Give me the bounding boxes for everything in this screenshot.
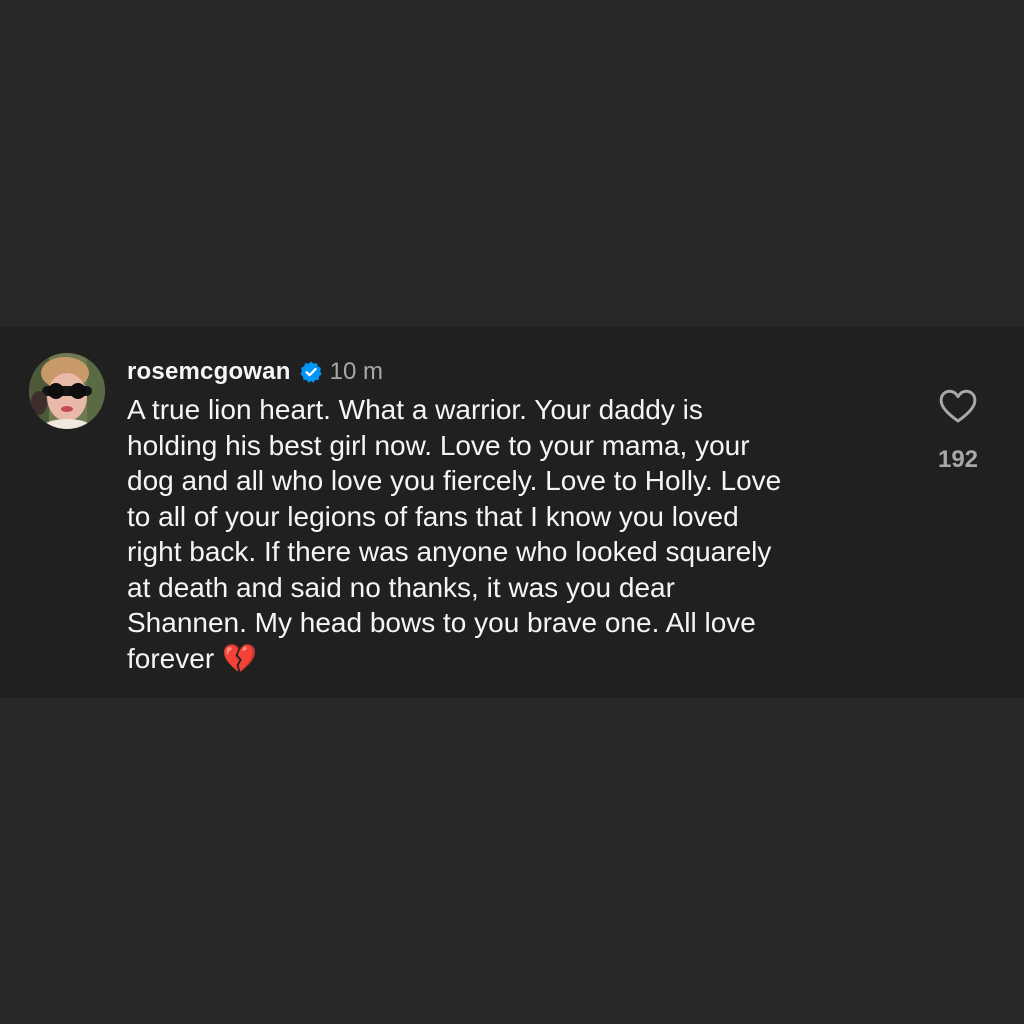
like-count: 192: [937, 446, 979, 473]
screenshot-canvas: rosemcgowan 10 m A true lion heart. What…: [0, 0, 1024, 1024]
heart-outline-icon[interactable]: [938, 388, 978, 424]
comment-text-body: A true lion heart. What a warrior. Your …: [127, 394, 782, 674]
avatar-image: [29, 353, 105, 429]
comment-timestamp: 10 m: [329, 358, 383, 385]
username-link[interactable]: rosemcgowan: [127, 358, 291, 386]
broken-heart-emoji: 💔: [221, 641, 257, 675]
like-area: 192: [926, 388, 990, 474]
comment-text: A true lion heart. What a warrior. Your …: [127, 392, 887, 676]
comment-header: rosemcgowan 10 m: [127, 352, 887, 392]
comment-body: rosemcgowan 10 m A true lion heart. What…: [127, 352, 887, 676]
verified-badge-icon: [299, 360, 323, 384]
avatar[interactable]: [29, 353, 105, 429]
